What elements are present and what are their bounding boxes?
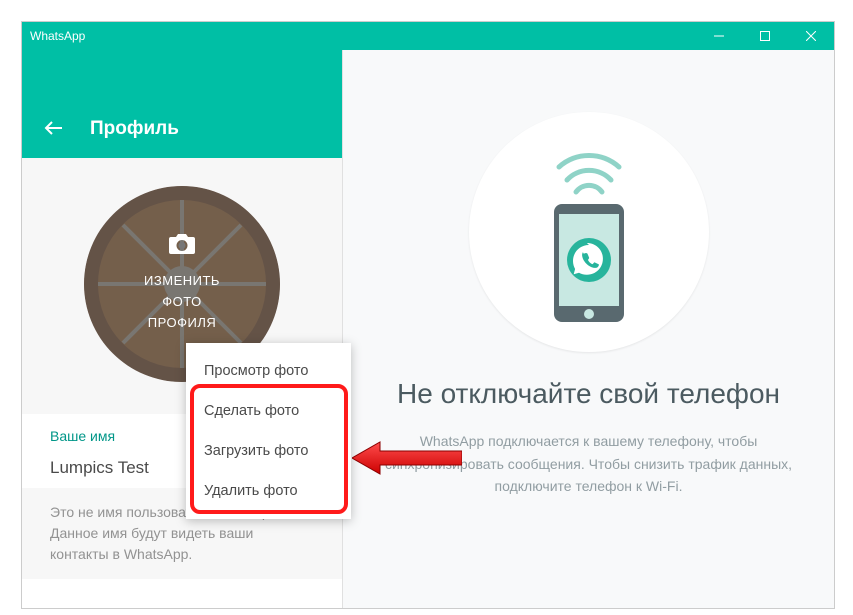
main-title: Не отключайте свой телефон: [397, 376, 780, 412]
avatar-text-1: ИЗМЕНИТЬ: [144, 271, 220, 292]
window-title: WhatsApp: [30, 29, 85, 43]
photo-context-menu: Просмотр фото Сделать фото Загрузить фот…: [186, 343, 351, 519]
minimize-button[interactable]: [696, 22, 742, 50]
close-button[interactable]: [788, 22, 834, 50]
camera-icon: [169, 234, 195, 261]
titlebar: WhatsApp: [22, 22, 834, 50]
menu-delete-photo[interactable]: Удалить фото: [186, 471, 351, 511]
menu-view-photo[interactable]: Просмотр фото: [186, 351, 351, 391]
avatar-text-3: ПРОФИЛЯ: [144, 313, 220, 334]
main-desc: WhatsApp подключается к вашему телефону,…: [379, 430, 799, 497]
back-button[interactable]: [42, 116, 66, 140]
maximize-button[interactable]: [742, 22, 788, 50]
sidebar-header: Профиль: [22, 50, 342, 158]
menu-upload-photo[interactable]: Загрузить фото: [186, 431, 351, 471]
app-window: WhatsApp Профиль: [22, 22, 834, 608]
avatar-text-2: ФОТО: [144, 292, 220, 313]
sidebar: Профиль: [22, 50, 343, 608]
main-panel: Не отключайте свой телефон WhatsApp подк…: [343, 50, 834, 608]
phone-illustration: [469, 112, 709, 352]
menu-take-photo[interactable]: Сделать фото: [186, 391, 351, 431]
sidebar-title: Профиль: [90, 118, 179, 140]
